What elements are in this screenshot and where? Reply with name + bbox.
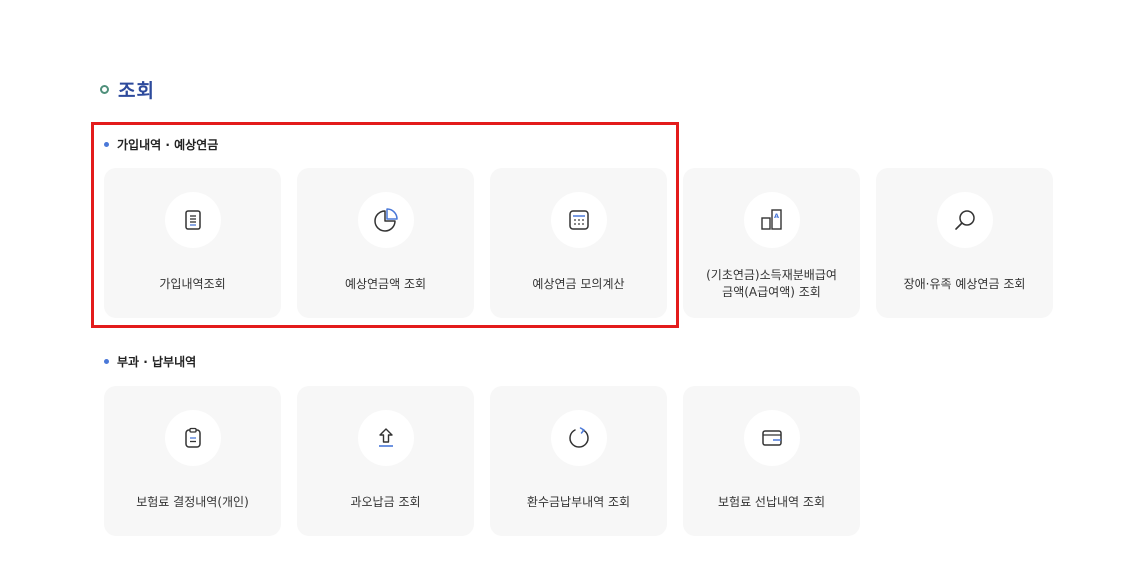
icon-circle: [357, 410, 414, 466]
calculator-icon: [568, 210, 589, 230]
section-label-text: 가입내역 · 예상연금: [117, 137, 219, 152]
card-label: 과오납금 조회: [350, 494, 421, 509]
card-disability-survivor-pension[interactable]: 장애·유족 예상연금 조회: [876, 168, 1053, 318]
section-label-enrollment: 가입내역 · 예상연금: [104, 134, 218, 154]
clipboard-icon: [184, 427, 201, 448]
card-label: 예상연금액 조회: [344, 276, 427, 291]
icon-circle: [357, 192, 414, 248]
icon-circle: [164, 410, 221, 466]
card-label: 장애·유족 예상연금 조회: [903, 276, 1026, 291]
page-title-text: 조회: [118, 79, 155, 102]
card-label: 가입내역조회: [159, 276, 226, 291]
card-pension-simulation[interactable]: 예상연금 모의계산: [490, 168, 667, 318]
icon-circle: [550, 192, 607, 248]
search-icon: [954, 210, 975, 230]
card-refund-payment[interactable]: 환수금납부내역 조회: [490, 386, 667, 536]
bullet-icon: [104, 358, 109, 364]
card-label: 보험료 결정내역(개인): [136, 494, 249, 509]
card-label: 보험료 선납내역 조회: [718, 494, 825, 509]
title-ring-icon: [100, 84, 109, 94]
refresh-icon: [568, 427, 589, 448]
icon-circle: [743, 410, 800, 466]
card-label: 예상연금 모의계산: [532, 276, 625, 291]
card-premium-prepayment[interactable]: 보험료 선납내역 조회: [683, 386, 860, 536]
pie-chart-icon: [373, 208, 398, 232]
upload-arrow-icon: [378, 428, 393, 447]
card-premium-decision[interactable]: 보험료 결정내역(개인): [104, 386, 281, 536]
section-label-payment: 부과 · 납부내역: [104, 351, 196, 371]
card-label: (기초연금)소득재분배급여 금액(A급여액) 조회: [706, 268, 837, 299]
icon-circle: [550, 410, 607, 466]
card-row-payment: 보험료 결정내역(개인) 과오납금 조회 환수금납부내역 조회 보험료 선납내역…: [104, 386, 860, 536]
card-basic-pension-redistribution[interactable]: A (기초연금)소득재분배급여 금액(A급여액) 조회: [683, 168, 860, 318]
wallet-icon: [761, 430, 782, 446]
card-label: 환수금납부내역 조회: [526, 494, 631, 509]
card-row-enrollment: 가입내역조회 예상연금액 조회 예상연금 모의계산 A (기초연금)소득재분배급…: [104, 168, 1053, 318]
svg-text:A: A: [773, 212, 778, 220]
card-expected-pension[interactable]: 예상연금액 조회: [297, 168, 474, 318]
icon-circle: A: [743, 192, 800, 248]
icon-circle: [936, 192, 993, 248]
card-enrollment-history[interactable]: 가입내역조회: [104, 168, 281, 318]
page-title: 조회: [100, 76, 155, 102]
compare-boxes-icon: A: [760, 209, 782, 230]
bullet-icon: [104, 141, 109, 147]
icon-circle: [164, 192, 221, 248]
section-label-text: 부과 · 납부내역: [117, 354, 197, 369]
document-lines-icon: [184, 210, 201, 230]
card-overpayment[interactable]: 과오납금 조회: [297, 386, 474, 536]
